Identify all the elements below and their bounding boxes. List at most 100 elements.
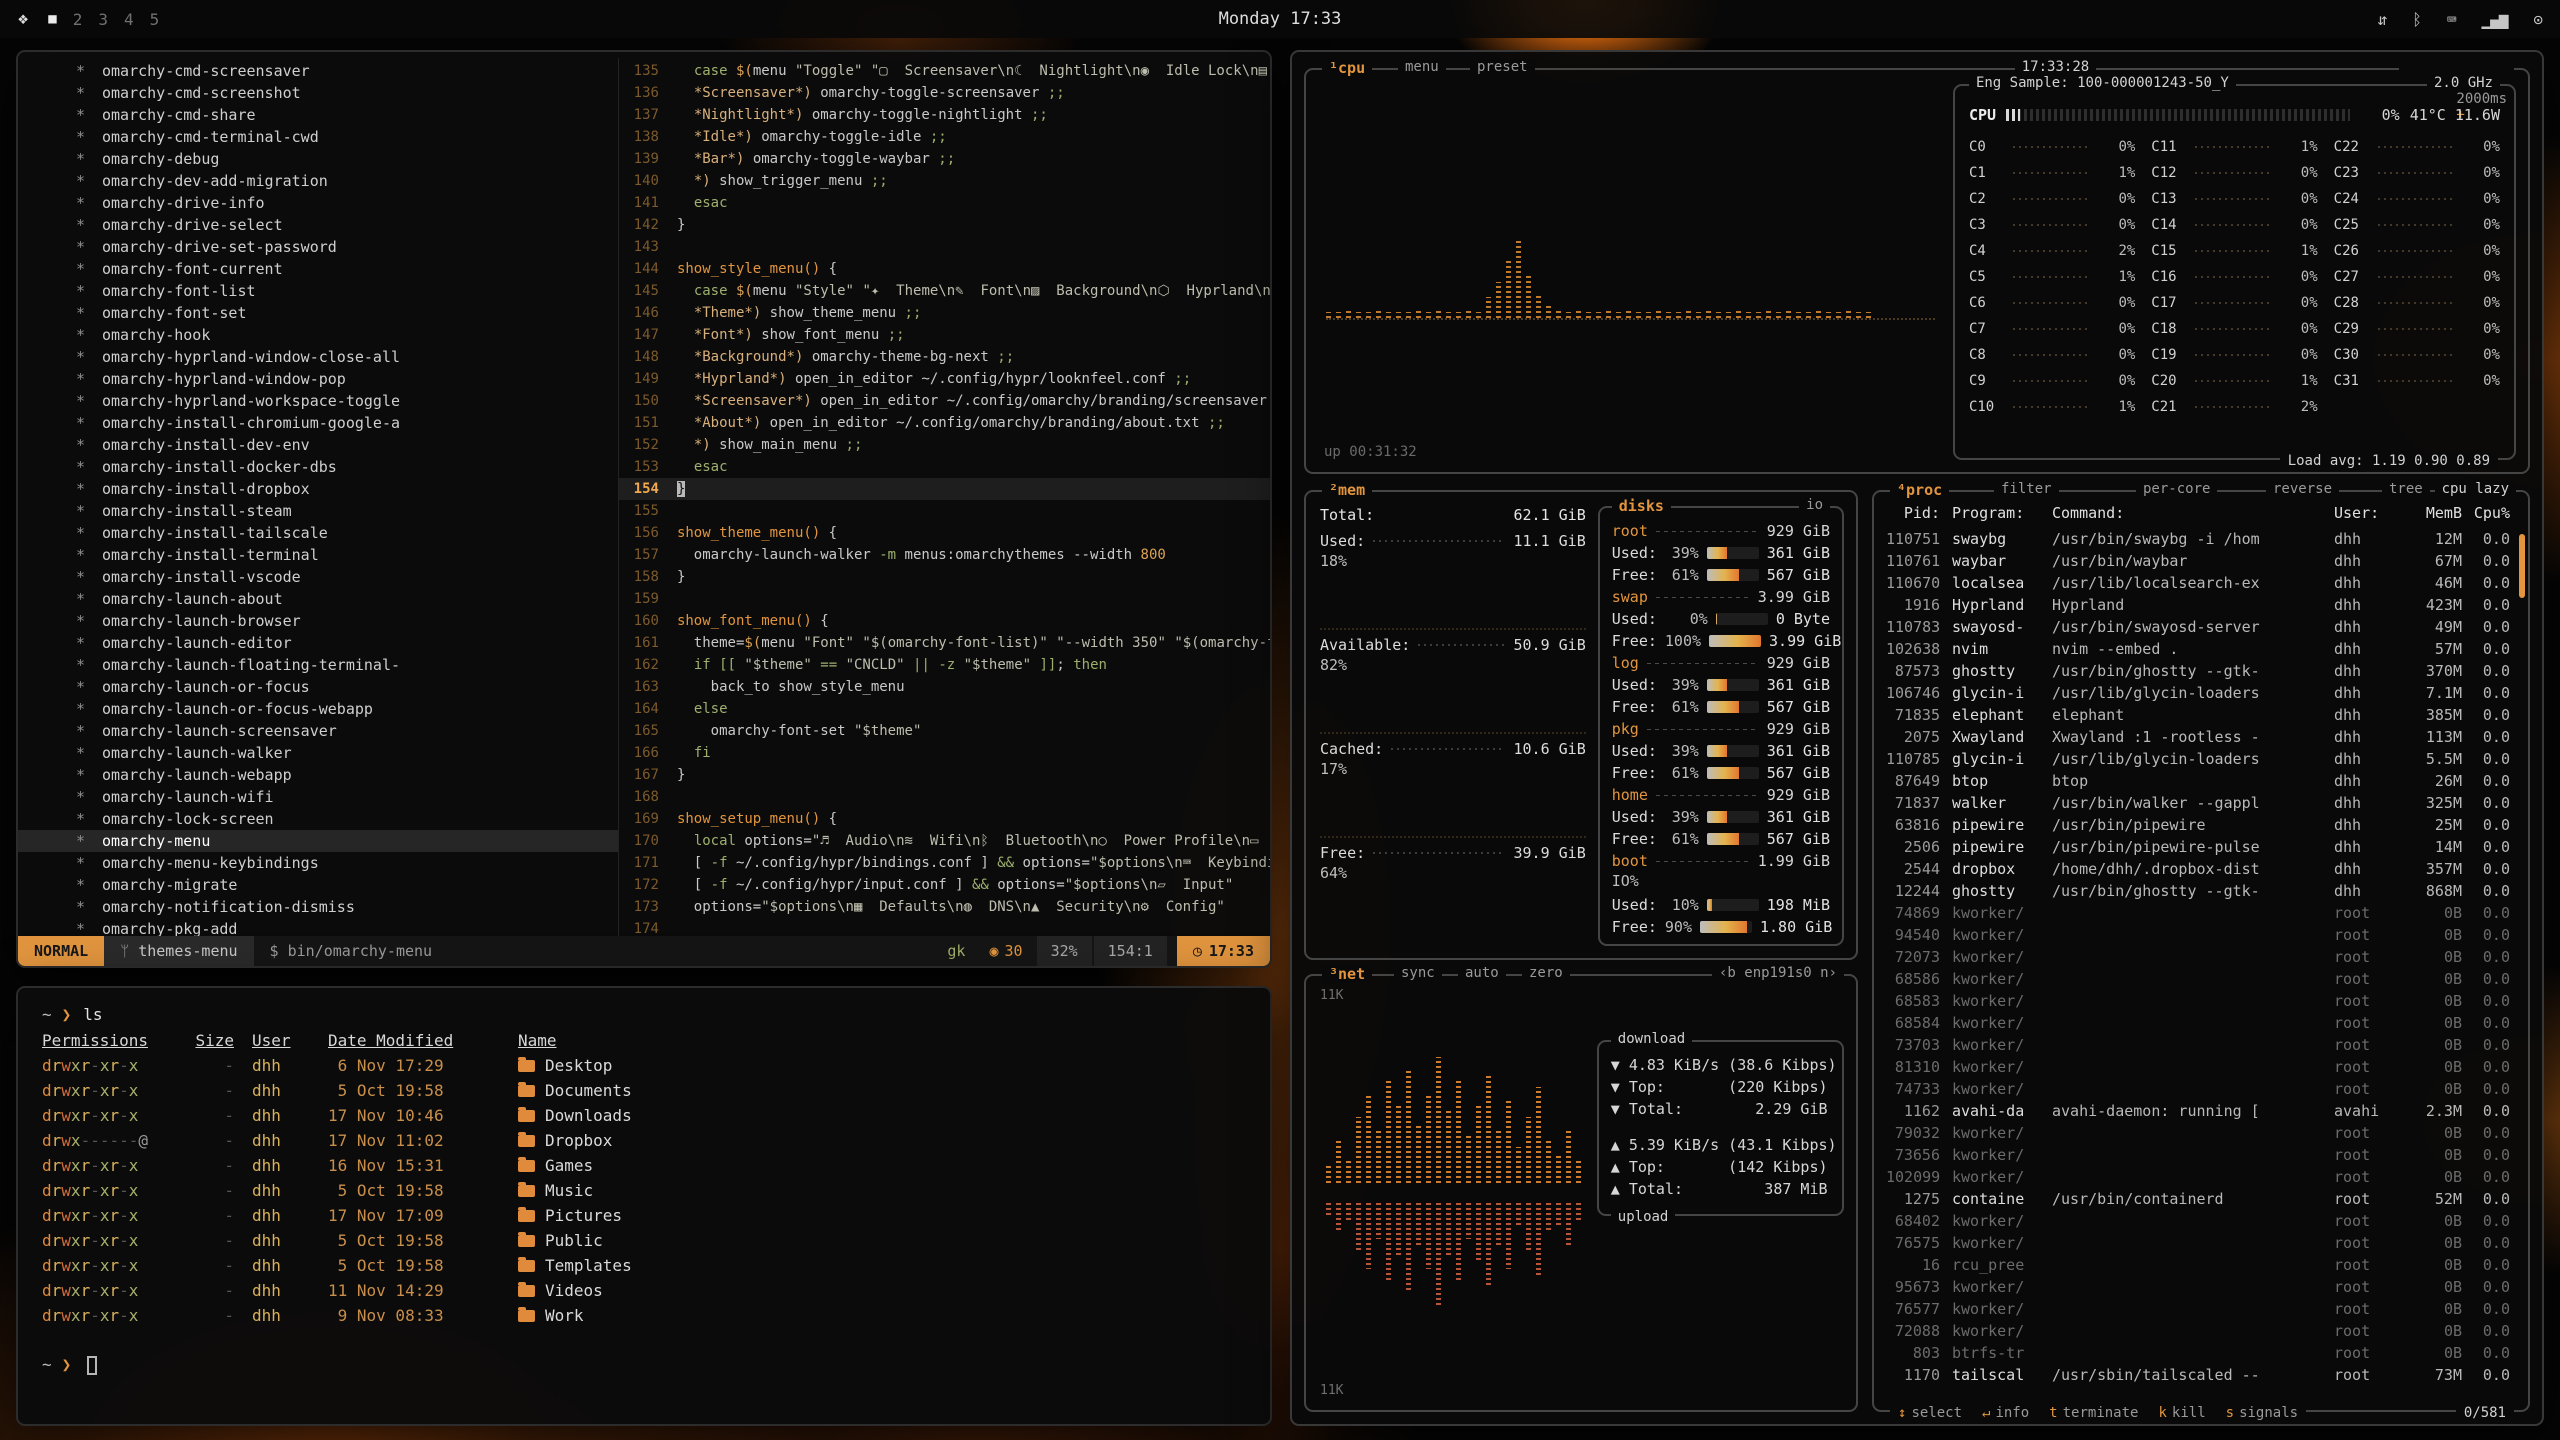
code-line[interactable]: 166 fi [619, 742, 1270, 764]
workspace-active[interactable]: ■ [48, 11, 56, 27]
footer-key-info[interactable]: ↵info [1982, 1405, 2029, 1421]
code-line[interactable]: 139 *Bar*) omarchy-toggle-waybar ;; [619, 148, 1270, 170]
code-line[interactable]: 137 *Nightlight*) omarchy-toggle-nightli… [619, 104, 1270, 126]
terminal-cursor[interactable] [87, 1356, 97, 1375]
git-branch[interactable]: ᛘ themes-menu [104, 936, 253, 966]
process-row[interactable]: 73656kworker/root0B0.0 [1886, 1144, 2518, 1166]
file-item[interactable]: *omarchy-launch-screensaver [18, 720, 618, 742]
code-line[interactable]: 153 esac [619, 456, 1270, 478]
file-item[interactable]: *omarchy-install-dev-env [18, 434, 618, 456]
code-line[interactable]: 152 *) show_main_menu ;; [619, 434, 1270, 456]
process-row[interactable]: 81310kworker/root0B0.0 [1886, 1056, 2518, 1078]
file-item[interactable]: *omarchy-launch-floating-terminal- [18, 654, 618, 676]
column-mem[interactable]: MemB [2404, 504, 2462, 528]
code-line[interactable]: 167} [619, 764, 1270, 786]
code-line[interactable]: 146 *Theme*) show_theme_menu ;; [619, 302, 1270, 324]
process-row[interactable]: 71835elephantelephantdhh385M0.0 [1886, 704, 2518, 726]
file-item[interactable]: *omarchy-launch-walker [18, 742, 618, 764]
file-item[interactable]: *omarchy-migrate [18, 874, 618, 896]
process-row[interactable]: 79032kworker/root0B0.0 [1886, 1122, 2518, 1144]
file-item[interactable]: *omarchy-install-dropbox [18, 478, 618, 500]
code-line[interactable]: 156show_theme_menu() { [619, 522, 1270, 544]
footer-key-select[interactable]: ↕select [1898, 1405, 1962, 1421]
cpu-gauge-icon[interactable]: ▁▄▆ [2481, 10, 2507, 29]
code-line[interactable]: 162 if [[ "$theme" == "CNCLD" || -z "$th… [619, 654, 1270, 676]
code-line[interactable]: 150 *Screensaver*) open_in_editor ~/.con… [619, 390, 1270, 412]
file-item[interactable]: *omarchy-pkg-add [18, 918, 618, 936]
process-row[interactable]: 106746glycin-i/usr/lib/glycin-loadersdhh… [1886, 682, 2518, 704]
file-item[interactable]: *omarchy-debug [18, 148, 618, 170]
prompt-line-2[interactable]: ~ ❯ [42, 1352, 1246, 1378]
code-line[interactable]: 138 *Idle*) omarchy-toggle-idle ;; [619, 126, 1270, 148]
auto-button[interactable]: auto [1458, 965, 1506, 981]
process-row[interactable]: 2075XwaylandXwayland :1 -rootless -dhh11… [1886, 726, 2518, 748]
process-row[interactable]: 102099kworker/root0B0.0 [1886, 1166, 2518, 1188]
code-line[interactable]: 160show_font_menu() { [619, 610, 1270, 632]
process-row[interactable]: 76575kworker/root0B0.0 [1886, 1232, 2518, 1254]
code-line[interactable]: 143 [619, 236, 1270, 258]
workspace-button[interactable]: 2 [73, 10, 83, 29]
file-item[interactable]: *omarchy-drive-select [18, 214, 618, 236]
process-row[interactable]: 74869kworker/root0B0.0 [1886, 902, 2518, 924]
file-item[interactable]: *omarchy-install-vscode [18, 566, 618, 588]
file-item[interactable]: *omarchy-lock-screen [18, 808, 618, 830]
code-line[interactable]: 159 [619, 588, 1270, 610]
process-row[interactable]: 110785glycin-i/usr/lib/glycin-loadersdhh… [1886, 748, 2518, 770]
code-line[interactable]: 136 *Screensaver*) omarchy-toggle-screen… [619, 82, 1270, 104]
process-row[interactable]: 68584kworker/root0B0.0 [1886, 1012, 2518, 1034]
file-item[interactable]: *omarchy-hyprland-window-close-all [18, 346, 618, 368]
file-item[interactable]: *omarchy-install-docker-dbs [18, 456, 618, 478]
sync-button[interactable]: sync [1394, 965, 1442, 981]
code-line[interactable]: 151 *About*) open_in_editor ~/.config/om… [619, 412, 1270, 434]
proc-scrollbar[interactable] [2519, 534, 2525, 598]
code-line[interactable]: 158} [619, 566, 1270, 588]
code-line[interactable]: 157 omarchy-launch-walker -m menus:omarc… [619, 544, 1270, 566]
code-line[interactable]: 148 *Background*) omarchy-theme-bg-next … [619, 346, 1270, 368]
code-line[interactable]: 174 [619, 918, 1270, 936]
file-item[interactable]: *omarchy-notification-dismiss [18, 896, 618, 918]
code-line[interactable]: 165 omarchy-font-set "$theme" [619, 720, 1270, 742]
process-row[interactable]: 76577kworker/root0B0.0 [1886, 1298, 2518, 1320]
code-line[interactable]: 161 theme=$(menu "Font" "$(omarchy-font-… [619, 632, 1270, 654]
process-row[interactable]: 87649btopbtopdhh26M0.0 [1886, 770, 2518, 792]
process-row[interactable]: 12244ghostty/usr/bin/ghostty --gtk-dhh86… [1886, 880, 2518, 902]
file-item[interactable]: *omarchy-install-chromium-google-a [18, 412, 618, 434]
file-item[interactable]: *omarchy-hyprland-window-pop [18, 368, 618, 390]
code-line[interactable]: 168 [619, 786, 1270, 808]
file-item[interactable]: *omarchy-font-set [18, 302, 618, 324]
file-item[interactable]: *omarchy-cmd-screensaver [18, 60, 618, 82]
process-row[interactable]: 102638nvimnvim --embed .dhh57M0.0 [1886, 638, 2518, 660]
sync-arrows-icon[interactable]: ⇵ [2378, 10, 2387, 29]
code-line[interactable]: 163 back_to show_style_menu [619, 676, 1270, 698]
process-row[interactable]: 110783swayosd-/usr/bin/swayosd-serverdhh… [1886, 616, 2518, 638]
file-item[interactable]: *omarchy-menu [18, 830, 618, 852]
code-line[interactable]: 142} [619, 214, 1270, 236]
process-row[interactable]: 1170tailscal/usr/sbin/tailscaled --root7… [1886, 1364, 2518, 1386]
file-item[interactable]: *omarchy-launch-webapp [18, 764, 618, 786]
file-item[interactable]: *omarchy-drive-info [18, 192, 618, 214]
io-toggle[interactable]: io [1799, 497, 1830, 513]
process-row[interactable]: 110761waybar/usr/bin/waybardhh67M0.0 [1886, 550, 2518, 572]
keyboard-icon[interactable]: ⌨ [2447, 10, 2456, 29]
process-row[interactable]: 2544dropbox/home/dhh/.dropbox-distdhh357… [1886, 858, 2518, 880]
column-user[interactable]: User: [2334, 504, 2404, 528]
process-row[interactable]: 1162avahi-daavahi-daemon: running [avahi… [1886, 1100, 2518, 1122]
process-row[interactable]: 110670localsea/usr/lib/localsearch-exdhh… [1886, 572, 2518, 594]
file-item[interactable]: *omarchy-launch-or-focus-webapp [18, 698, 618, 720]
file-item[interactable]: *omarchy-dev-add-migration [18, 170, 618, 192]
code-line[interactable]: 147 *Font*) show_font_menu ;; [619, 324, 1270, 346]
code-line[interactable]: 170 local options="♬ Audio\n≋ Wifi\nᛒ Bl… [619, 830, 1270, 852]
process-row[interactable]: 68583kworker/root0B0.0 [1886, 990, 2518, 1012]
column-command[interactable]: Command: [2052, 504, 2334, 528]
zero-button[interactable]: zero [1522, 965, 1570, 981]
code-line[interactable]: 144show_style_menu() { [619, 258, 1270, 280]
process-row[interactable]: 74733kworker/root0B0.0 [1886, 1078, 2518, 1100]
process-row[interactable]: 16rcu_preeroot0B0.0 [1886, 1254, 2518, 1276]
code-line[interactable]: 164 else [619, 698, 1270, 720]
power-icon[interactable]: ⊙ [2533, 10, 2542, 29]
code-line[interactable]: 155 [619, 500, 1270, 522]
file-item[interactable]: *omarchy-cmd-terminal-cwd [18, 126, 618, 148]
code-line[interactable]: 149 *Hyprland*) open_in_editor ~/.config… [619, 368, 1270, 390]
process-row[interactable]: 68586kworker/root0B0.0 [1886, 968, 2518, 990]
process-row[interactable]: 1275containe/usr/bin/containerdroot52M0.… [1886, 1188, 2518, 1210]
